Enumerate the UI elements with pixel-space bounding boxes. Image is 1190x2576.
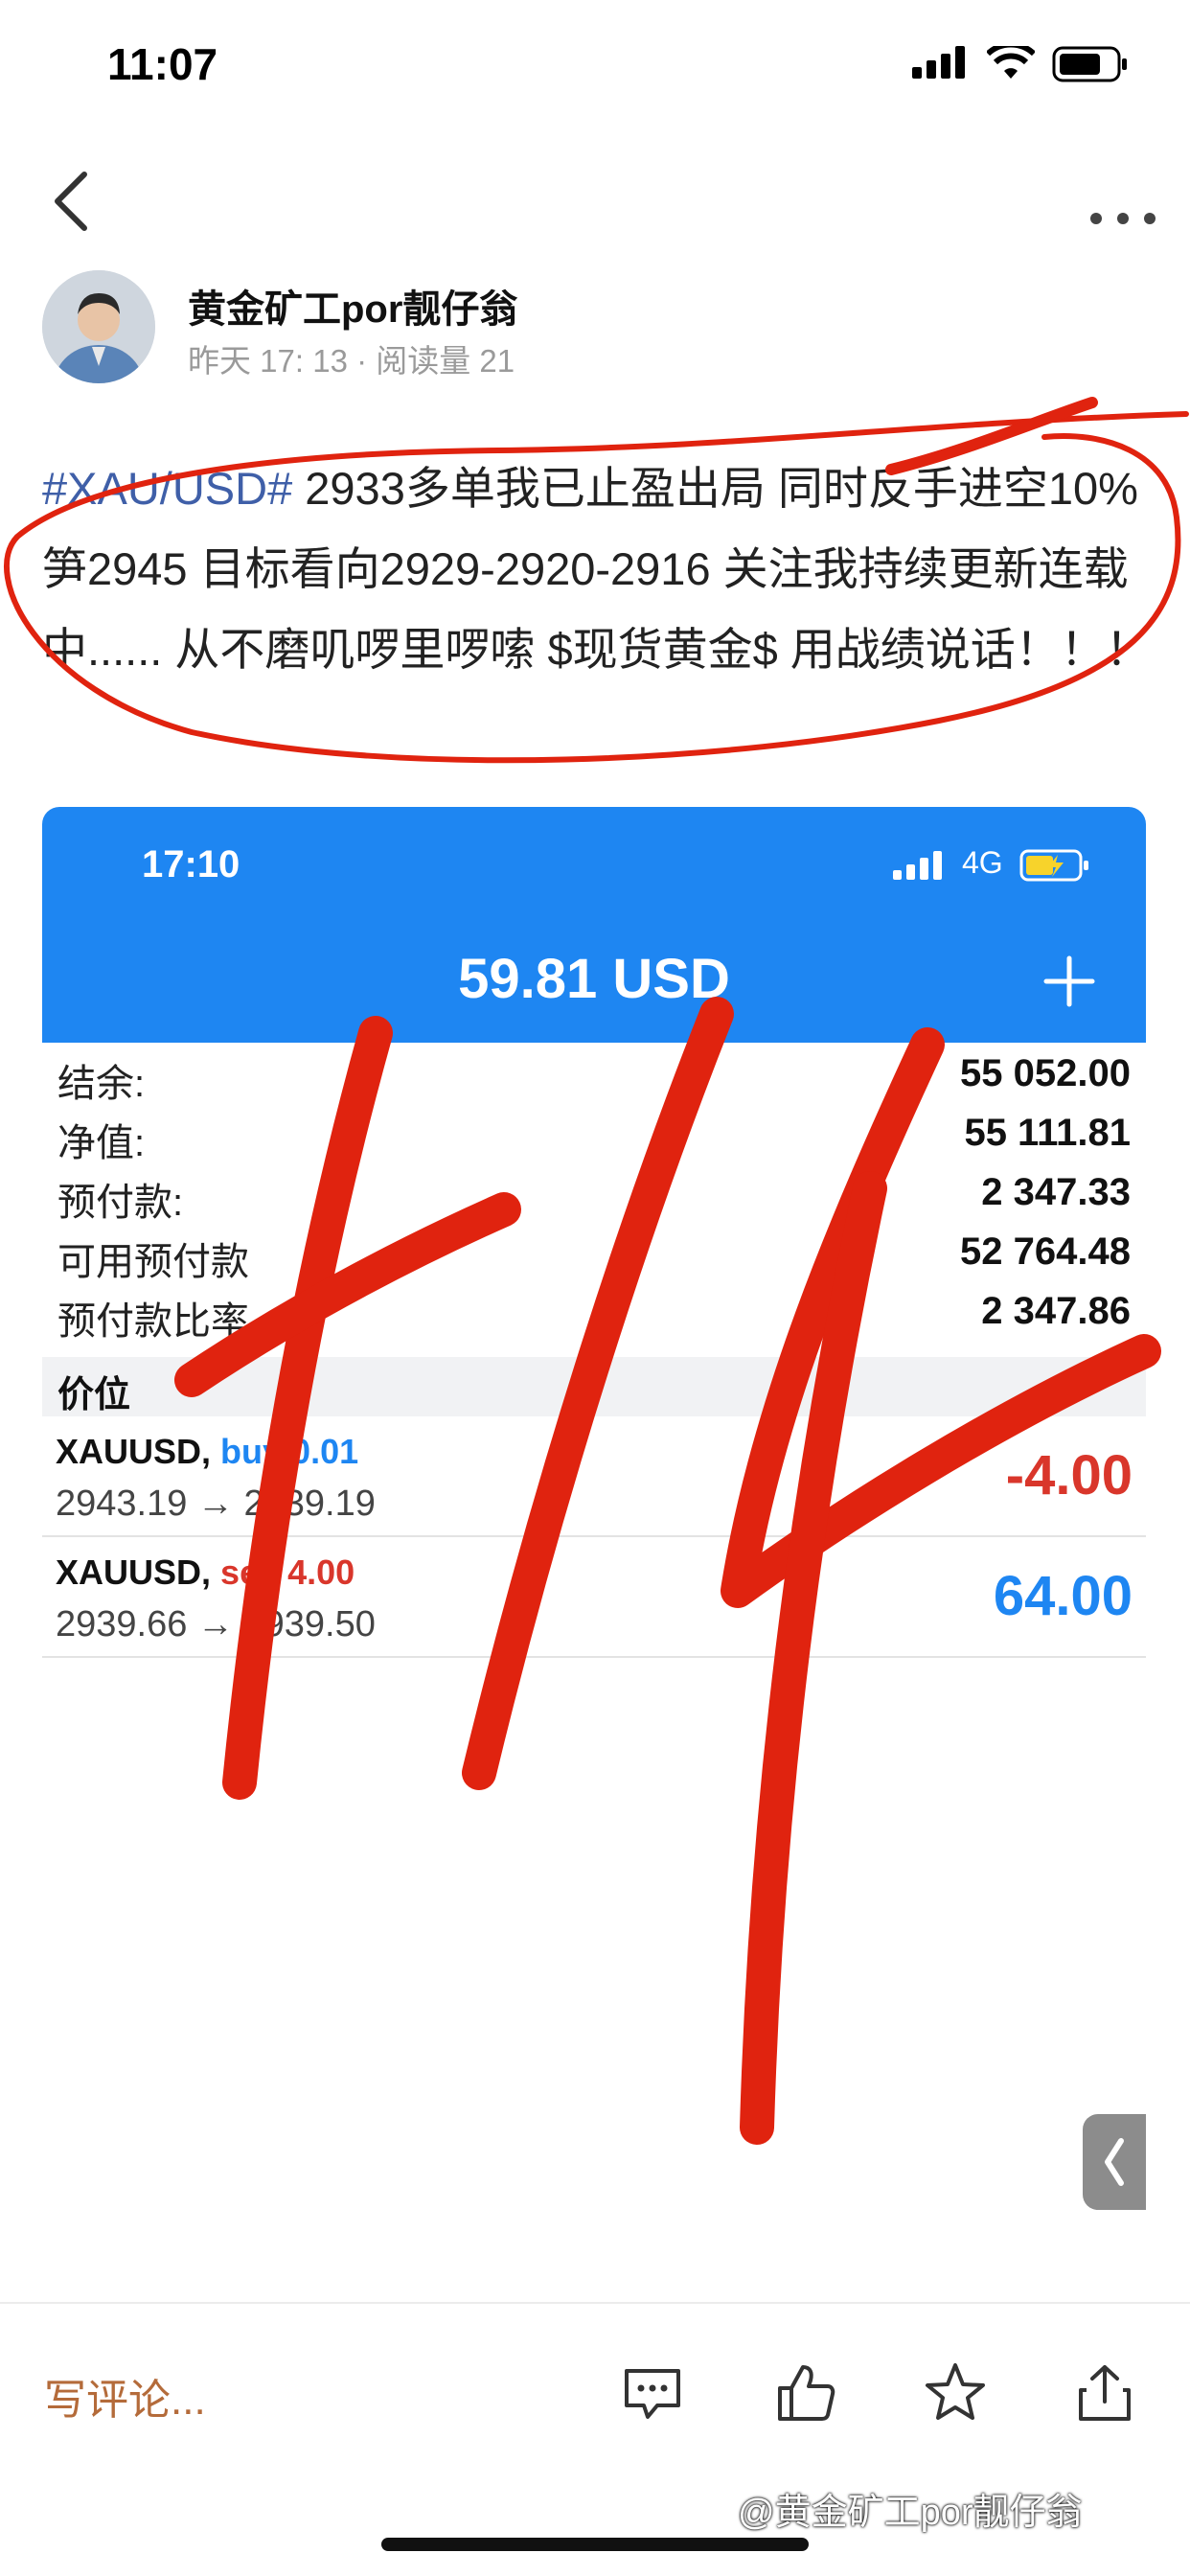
account-row: 净值: 55 111.81 <box>57 1112 1131 1169</box>
embed-balance: 59.81 USD <box>458 948 730 1010</box>
account-value: 52 764.48 <box>960 1230 1131 1273</box>
wifi-icon <box>987 46 1035 79</box>
comment-input[interactable]: 写评论... <box>44 2365 206 2426</box>
home-indicator <box>381 2538 809 2551</box>
post-meta: 昨天 17: 13 · 阅读量 21 <box>188 343 515 379</box>
post-image[interactable]: 17:10 4G 59.81 USD 结余: 55 052.00 净值: 55 … <box>42 807 1146 2302</box>
trade-row: XAUUSD, buy 0.01 2943.19 → 2939.19 -4.00 <box>42 1418 1146 1537</box>
account-row: 可用预付款 52 764.48 <box>57 1230 1131 1288</box>
signal-icon <box>912 46 965 79</box>
account-label: 预付款: <box>57 1182 184 1224</box>
trade-symbol: XAUUSD, <box>56 1432 212 1471</box>
like-icon[interactable] <box>772 2359 839 2426</box>
trade-prices: 2939.66 → 2939.50 <box>56 1604 376 1644</box>
comment-icon[interactable] <box>619 2359 686 2426</box>
avatar[interactable] <box>42 270 155 383</box>
account-label: 预付款比率 <box>57 1300 249 1343</box>
trade-symbol: XAUUSD, <box>56 1552 212 1592</box>
trade-prices: 2943.19 → 2939.19 <box>56 1484 376 1524</box>
account-label: 结余: <box>57 1063 146 1105</box>
nav-bar <box>0 144 1190 259</box>
embed-header: 17:10 4G 59.81 USD <box>42 807 1146 1043</box>
account-label: 净值: <box>57 1122 146 1164</box>
plus-icon <box>1043 955 1095 1007</box>
watermark: @黄金矿工por靓仔翁 <box>738 2493 1083 2533</box>
star-icon[interactable] <box>922 2359 989 2426</box>
account-row: 预付款: 2 347.33 <box>57 1171 1131 1229</box>
bottom-action-bar: 写评论... <box>0 2302 1190 2494</box>
embed-battery-icon <box>1019 849 1088 882</box>
embed-signal-icon <box>893 851 942 880</box>
collapse-tab[interactable] <box>1083 2114 1146 2210</box>
account-value: 55 111.81 <box>964 1112 1131 1154</box>
account-value: 55 052.00 <box>960 1052 1131 1094</box>
chevron-left-icon <box>1105 2138 1124 2186</box>
account-value: 2 347.33 <box>981 1171 1131 1213</box>
trade-profit: 64.00 <box>993 1565 1133 1627</box>
section-header: 价位 <box>42 1357 1146 1416</box>
account-value: 2 347.86 <box>981 1290 1131 1332</box>
post-body: #XAU/USD# 2933多单我已止盈出局 同时反手进空10% 笋2945 目… <box>42 448 1154 690</box>
trade-profit: -4.00 <box>1005 1444 1133 1506</box>
account-row: 预付款比率 2 347.86 <box>57 1290 1131 1347</box>
embed-time: 17:10 <box>142 843 240 886</box>
hashtag-link[interactable]: #XAU/USD# <box>42 463 292 514</box>
trade-row: XAUUSD, sell 4.00 2939.66 → 2939.50 64.0… <box>42 1539 1146 1658</box>
account-row: 结余: 55 052.00 <box>57 1052 1131 1110</box>
trade-side: buy 0.01 <box>220 1432 359 1471</box>
share-icon[interactable] <box>1071 2359 1138 2426</box>
section-title: 价位 <box>57 1375 131 1415</box>
more-icon[interactable] <box>1075 163 1171 240</box>
back-icon[interactable] <box>38 163 105 240</box>
status-bar: 11:07 <box>0 0 1190 125</box>
battery-icon <box>1052 46 1127 82</box>
status-time: 11:07 <box>107 39 218 89</box>
author-header: 黄金矿工por靓仔翁 昨天 17: 13 · 阅读量 21 <box>42 270 1144 385</box>
author-name[interactable]: 黄金矿工por靓仔翁 <box>188 278 517 334</box>
trade-side: sell 4.00 <box>220 1552 355 1592</box>
account-label: 可用预付款 <box>57 1241 249 1283</box>
embed-network: 4G <box>962 845 1003 880</box>
